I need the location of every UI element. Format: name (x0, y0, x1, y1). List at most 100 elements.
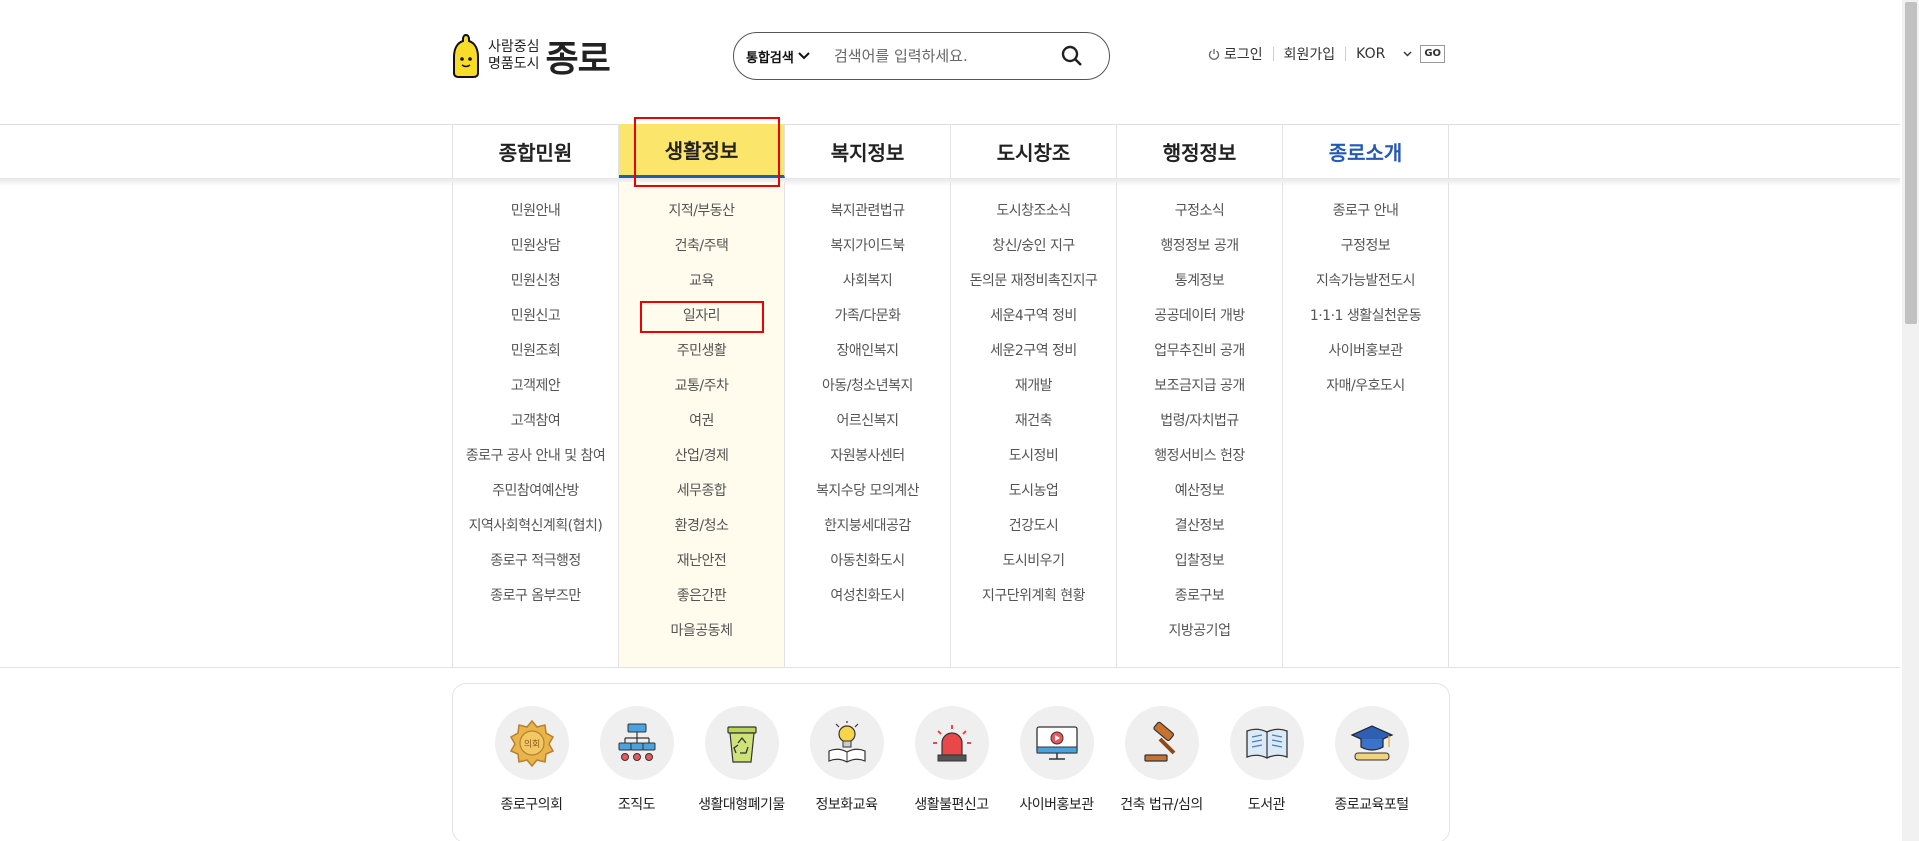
menu-item[interactable]: 도시비우기 (1003, 552, 1065, 587)
menu-item[interactable]: 건강도시 (1009, 517, 1059, 552)
menu-item[interactable]: 복지관련법규 (830, 202, 905, 237)
menu-item[interactable]: 한지붕세대공감 (824, 517, 911, 552)
menu-item[interactable]: 마을공동체 (671, 622, 733, 657)
quick-link-label: 건축 법규/심의 (1120, 797, 1203, 813)
quick-link-bulky-waste[interactable]: 생활대형폐기물 (689, 706, 794, 814)
menu-item[interactable]: 종로구보 (1175, 587, 1225, 622)
search-button[interactable] (1052, 36, 1092, 76)
menu-item[interactable]: 좋은간판 (677, 587, 727, 622)
quick-link-label: 종로구의회 (500, 797, 563, 813)
page-scrollbar[interactable] (1902, 0, 1919, 841)
menu-item[interactable]: 재난안전 (677, 552, 727, 587)
search-box: 통합검색 (733, 32, 1110, 80)
menu-item[interactable]: 민원상담 (511, 237, 561, 272)
menu-item[interactable]: 산업/경제 (675, 447, 729, 482)
menu-item[interactable]: 여권 (689, 412, 714, 447)
quick-link-it-education[interactable]: 정보화교육 (794, 706, 899, 814)
menu-item[interactable]: 아동/청소년복지 (822, 377, 913, 412)
menu-item[interactable]: 통계정보 (1175, 272, 1225, 307)
menu-item[interactable]: 입찰정보 (1175, 552, 1225, 587)
tab-welfare-info[interactable]: 복지정보 (785, 124, 951, 178)
menu-item[interactable]: 고객제안 (511, 377, 561, 412)
menu-item[interactable]: 민원신청 (511, 272, 561, 307)
menu-item[interactable]: 법령/자치법규 (1160, 412, 1239, 447)
signup-link[interactable]: 회원가입 (1284, 44, 1336, 64)
menu-item[interactable]: 환경/청소 (675, 517, 729, 552)
menu-item[interactable]: 종로구 안내 (1333, 202, 1399, 237)
menu-item[interactable]: 고객참여 (511, 412, 561, 447)
quick-link-education-portal[interactable]: 종로교육포털 (1319, 706, 1424, 814)
quick-link-cyber-pr[interactable]: 사이버홍보관 (1004, 706, 1109, 814)
menu-item[interactable]: 자매/우호도시 (1326, 377, 1405, 412)
tab-life-info[interactable]: 생활정보 (619, 124, 785, 178)
menu-item[interactable]: 민원조회 (511, 342, 561, 377)
divider (1272, 47, 1274, 61)
menu-item[interactable]: 일자리 (683, 307, 721, 342)
tab-civil-service[interactable]: 종합민원 (453, 124, 619, 178)
menu-item[interactable]: 1·1·1 생활실천운동 (1310, 307, 1422, 342)
menu-item[interactable]: 지역사회혁신계획(협치) (469, 517, 603, 552)
menu-item[interactable]: 업무추진비 공개 (1154, 342, 1245, 377)
quick-link-library[interactable]: 도서관 (1214, 706, 1319, 814)
tab-urban-creation[interactable]: 도시창조 (951, 124, 1117, 178)
menu-item[interactable]: 교통/주차 (675, 377, 729, 412)
login-link[interactable]: 로그인 (1208, 44, 1263, 64)
menu-item[interactable]: 사이버홍보관 (1328, 342, 1403, 377)
menu-item[interactable]: 종로구 공사 안내 및 참여 (466, 447, 606, 482)
menu-item[interactable]: 도시농업 (1009, 482, 1059, 517)
menu-item[interactable]: 주민참여예산방 (492, 482, 579, 517)
menu-item[interactable]: 지구단위계획 현황 (982, 587, 1086, 622)
menu-item[interactable]: 결산정보 (1175, 517, 1225, 552)
menu-item[interactable]: 주민생활 (677, 342, 727, 377)
video-monitor-icon (1035, 726, 1078, 760)
menu-item[interactable]: 돈의문 재정비촉진지구 (970, 272, 1098, 307)
menu-item[interactable]: 복지가이드북 (830, 237, 905, 272)
menu-item[interactable]: 행정정보 공개 (1160, 237, 1239, 272)
menu-item[interactable]: 종로구 적극행정 (490, 552, 581, 587)
search-input[interactable] (834, 47, 1044, 65)
menu-item[interactable]: 어르신복지 (837, 412, 899, 447)
menu-item[interactable]: 창신/숭인 지구 (992, 237, 1075, 272)
menu-item[interactable]: 행정서비스 헌장 (1154, 447, 1245, 482)
menu-column-life-info: 지적/부동산 건축/주택 교육 일자리 주민생활 교통/주차 여권 산업/경제 세무종합 환경/청… (619, 182, 785, 667)
tab-jongno-intro[interactable]: 종로소개 (1283, 124, 1449, 178)
quick-link-org-chart[interactable]: 조직도 (584, 706, 689, 814)
search-scope-select[interactable]: 통합검색 (734, 47, 834, 66)
menu-item[interactable]: 도시창조소식 (996, 202, 1071, 237)
menu-item[interactable]: 사회복지 (843, 272, 893, 307)
menu-item[interactable]: 세무종합 (677, 482, 727, 517)
menu-item[interactable]: 지적/부동산 (668, 202, 735, 237)
menu-item[interactable]: 가족/다문화 (834, 307, 901, 342)
search-scope-label: 통합검색 (746, 50, 794, 66)
menu-item[interactable]: 민원안내 (511, 202, 561, 237)
menu-item[interactable]: 재건축 (1015, 412, 1053, 447)
menu-item[interactable]: 지방공기업 (1169, 622, 1231, 657)
menu-item[interactable]: 재개발 (1015, 377, 1053, 412)
language-select[interactable]: KOR (1356, 46, 1412, 62)
language-go-button[interactable]: GO (1420, 45, 1446, 63)
quick-link-inconvenience-report[interactable]: 생활불편신고 (899, 706, 1004, 814)
menu-item[interactable]: 예산정보 (1175, 482, 1225, 517)
menu-item[interactable]: 세운4구역 정비 (990, 307, 1077, 342)
menu-item[interactable]: 세운2구역 정비 (990, 342, 1077, 377)
menu-item[interactable]: 장애인복지 (837, 342, 899, 377)
site-logo[interactable]: 사람중심 명품도시 종로 (450, 30, 611, 82)
tab-admin-info[interactable]: 행정정보 (1117, 124, 1283, 178)
menu-item[interactable]: 복지수당 모의계산 (816, 482, 920, 517)
menu-item[interactable]: 교육 (689, 272, 714, 307)
quick-link-council[interactable]: 의회 종로구의회 (479, 706, 584, 814)
quick-link-building-regulation[interactable]: 건축 법규/심의 (1109, 706, 1214, 814)
menu-item[interactable]: 여성친화도시 (830, 587, 905, 622)
menu-item[interactable]: 아동친화도시 (830, 552, 905, 587)
menu-item[interactable]: 보조금지급 공개 (1154, 377, 1245, 412)
menu-item[interactable]: 지속가능발전도시 (1316, 272, 1416, 307)
menu-item[interactable]: 자원봉사센터 (830, 447, 905, 482)
menu-item[interactable]: 도시정비 (1009, 447, 1059, 482)
menu-item[interactable]: 공공데이터 개방 (1154, 307, 1245, 342)
menu-item[interactable]: 민원신고 (511, 307, 561, 342)
scrollbar-thumb[interactable] (1905, 2, 1917, 324)
menu-item[interactable]: 구정소식 (1175, 202, 1225, 237)
menu-item[interactable]: 건축/주택 (675, 237, 729, 272)
menu-item[interactable]: 종로구 옴부즈만 (490, 587, 581, 622)
menu-item[interactable]: 구정정보 (1341, 237, 1391, 272)
